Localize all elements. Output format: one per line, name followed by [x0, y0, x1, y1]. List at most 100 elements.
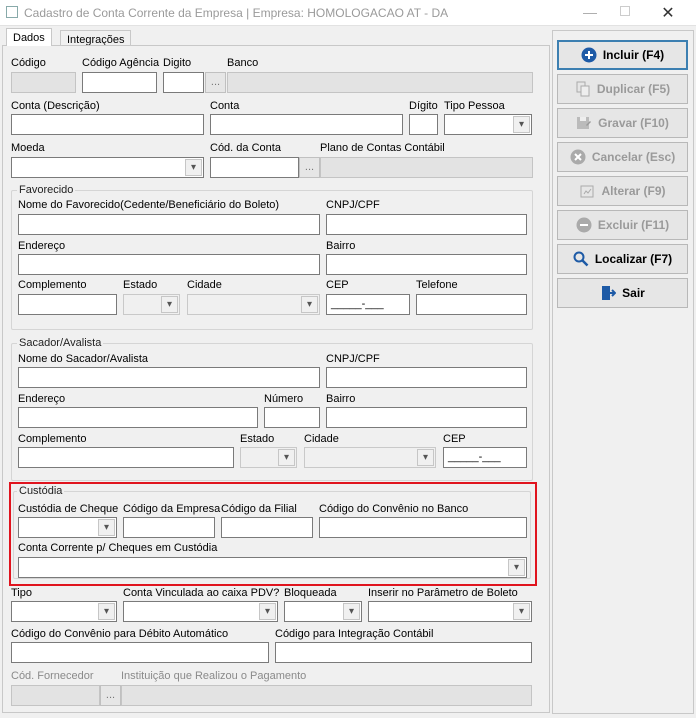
fav-endereco-label: Endereço — [18, 240, 66, 252]
cod-convenio-field[interactable] — [319, 517, 527, 538]
fav-complemento-field[interactable] — [18, 294, 117, 315]
sac-cnpj-field[interactable] — [326, 367, 527, 388]
fav-cnpj-field[interactable] — [326, 214, 527, 235]
duplicar-label: Duplicar (F5) — [596, 82, 671, 96]
sair-label: Sair — [622, 286, 645, 300]
inserir-param-label: Inserir no Parâmetro de Boleto — [368, 587, 518, 599]
inserir-param-select[interactable]: ▾ — [368, 601, 532, 622]
fav-estado-label: Estado — [123, 279, 158, 291]
localizar-button[interactable]: Localizar (F7) — [557, 244, 688, 274]
sac-endereco-field[interactable] — [18, 407, 258, 428]
fav-cep-field[interactable]: _____-___ — [326, 294, 410, 315]
sac-nome-label: Nome do Sacador/Avalista — [18, 353, 149, 365]
close-icon[interactable]: ✕ — [658, 3, 678, 22]
gravar-label: Gravar (F10) — [598, 116, 669, 130]
sac-numero-field[interactable] — [264, 407, 320, 428]
fav-cidade-select[interactable]: ▾ — [187, 294, 320, 315]
duplicar-button[interactable]: Duplicar (F5) — [557, 74, 688, 104]
cod-empresa-field[interactable] — [123, 517, 215, 538]
codigo-label: Código — [11, 57, 46, 69]
cod-fornecedor-label: Cód. Fornecedor — [11, 670, 94, 682]
save-icon — [576, 115, 592, 131]
sac-nome-field[interactable] — [18, 367, 320, 388]
digito-agencia-field[interactable] — [163, 72, 204, 93]
cancel-icon — [570, 149, 586, 165]
chevron-down-icon: ▾ — [98, 603, 115, 620]
conta-descricao-field[interactable] — [11, 114, 204, 135]
conta-vinculada-select[interactable]: ▾ — [123, 601, 278, 622]
tipo-pessoa-select[interactable]: ▾ — [444, 114, 532, 135]
chevron-down-icon: ▾ — [161, 296, 178, 313]
alterar-button[interactable]: Alterar (F9) — [557, 176, 688, 206]
search-icon — [573, 251, 589, 267]
conta-corrente-custodia-select[interactable]: ▾ — [18, 557, 527, 578]
localizar-label: Localizar (F7) — [594, 252, 673, 266]
cod-fornecedor-field[interactable] — [11, 685, 100, 706]
edit-icon — [579, 183, 595, 199]
fornecedor-lookup-button[interactable]: ... — [100, 685, 121, 706]
chevron-down-icon: ▾ — [513, 603, 530, 620]
sac-cidade-label: Cidade — [304, 433, 339, 445]
digito-conta-field[interactable] — [409, 114, 438, 135]
chevron-down-icon: ▾ — [259, 603, 276, 620]
sair-button[interactable]: Sair — [557, 278, 688, 308]
sac-endereco-label: Endereço — [18, 393, 66, 405]
banco-field[interactable] — [227, 72, 533, 93]
conta-vinculada-label: Conta Vinculada ao caixa PDV? — [123, 587, 280, 599]
tipo-select[interactable]: ▾ — [11, 601, 117, 622]
plano-contas-field[interactable] — [320, 157, 533, 178]
window-title: Cadastro de Conta Corrente da Empresa | … — [24, 6, 449, 20]
chevron-down-icon: ▾ — [185, 159, 202, 176]
conta-corrente-custodia-label: Conta Corrente p/ Cheques em Custódia — [18, 542, 218, 554]
minimize-icon[interactable]: — — [580, 4, 600, 20]
fav-estado-select[interactable]: ▾ — [123, 294, 180, 315]
cancelar-button[interactable]: Cancelar (Esc) — [557, 142, 688, 172]
copy-icon — [575, 81, 591, 97]
cod-filial-field[interactable] — [221, 517, 313, 538]
sac-complemento-field[interactable] — [18, 447, 234, 468]
gravar-button[interactable]: Gravar (F10) — [557, 108, 688, 138]
fav-cidade-label: Cidade — [187, 279, 222, 291]
moeda-label: Moeda — [11, 142, 45, 154]
fav-endereco-field[interactable] — [18, 254, 320, 275]
sac-cep-field[interactable]: _____-___ — [443, 447, 527, 468]
excluir-button[interactable]: Excluir (F11) — [557, 210, 688, 240]
sac-estado-select[interactable]: ▾ — [240, 447, 297, 468]
custodia-cheque-select[interactable]: ▾ — [18, 517, 117, 538]
codigo-agencia-label: Código Agência — [82, 57, 160, 69]
fav-cep-label: CEP — [326, 279, 349, 291]
chevron-down-icon: ▾ — [98, 519, 115, 536]
digito-label: Digito — [163, 57, 192, 69]
chevron-down-icon: ▾ — [417, 449, 434, 466]
tab-integracoes[interactable]: Integrações — [60, 30, 132, 46]
cod-filial-label: Código da Filial — [221, 503, 297, 515]
maximize-icon[interactable] — [620, 6, 630, 16]
fav-cnpj-label: CNPJ/CPF — [326, 199, 380, 211]
instituicao-field[interactable] — [121, 685, 532, 706]
sac-bairro-field[interactable] — [326, 407, 527, 428]
banco-lookup-button[interactable]: ... — [205, 72, 226, 93]
sac-cidade-select[interactable]: ▾ — [304, 447, 436, 468]
cod-conta-lookup-button[interactable]: ... — [299, 157, 320, 178]
exit-icon — [600, 285, 617, 301]
tab-dados[interactable]: Dados — [6, 28, 52, 46]
codigo-agencia-field[interactable] — [82, 72, 157, 93]
cod-conta-label: Cód. da Conta — [210, 142, 281, 154]
cancelar-label: Cancelar (Esc) — [591, 150, 676, 164]
fav-nome-field[interactable] — [18, 214, 320, 235]
conta-label: Conta — [210, 100, 240, 112]
cod-integracao-field[interactable] — [275, 642, 532, 663]
cod-conta-field[interactable] — [210, 157, 299, 178]
moeda-select[interactable]: ▾ — [11, 157, 204, 178]
codigo-field[interactable] — [11, 72, 76, 93]
fav-telefone-field[interactable] — [416, 294, 527, 315]
custodia-cheque-label: Custódia de Cheque — [18, 503, 119, 515]
incluir-button[interactable]: Incluir (F4) — [557, 40, 688, 70]
title-bar: Cadastro de Conta Corrente da Empresa | … — [0, 0, 696, 26]
cod-convenio-debito-field[interactable] — [11, 642, 269, 663]
conta-field[interactable] — [210, 114, 403, 135]
bloqueada-select[interactable]: ▾ — [284, 601, 362, 622]
fav-bairro-field[interactable] — [326, 254, 527, 275]
fav-bairro-label: Bairro — [326, 240, 356, 252]
sac-numero-label: Número — [264, 393, 304, 405]
